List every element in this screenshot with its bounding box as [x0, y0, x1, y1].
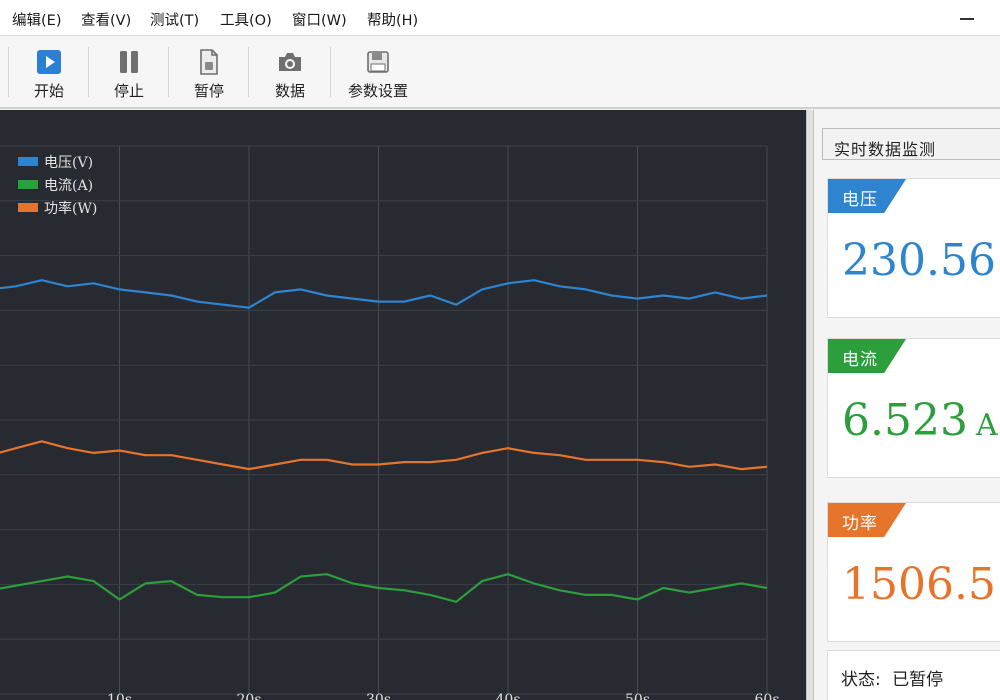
- status-value: 已暂停: [892, 670, 944, 690]
- save-disk-icon: [365, 49, 391, 75]
- status-box: 状态: 已暂停: [827, 650, 1000, 700]
- data-button[interactable]: 数据: [265, 37, 315, 107]
- voltage-card: 电压 230.56V: [827, 178, 1000, 318]
- realtime-chart[interactable]: 10s 20s 30s 40s 50s 60s 电压(V) 电流(A) 功率(W): [0, 110, 806, 700]
- pause-bars-icon: [116, 49, 142, 75]
- panel-splitter[interactable]: [806, 110, 814, 700]
- camera-icon: [277, 49, 303, 75]
- power-readout: 1506.5W: [842, 559, 1000, 610]
- series-line-voltage: [0, 279, 768, 309]
- pause-button[interactable]: 暂停: [184, 37, 234, 107]
- menu-window[interactable]: 窗口(W): [292, 9, 347, 30]
- menu-view[interactable]: 查看(V): [81, 9, 131, 30]
- menu-tools[interactable]: 工具(O): [220, 9, 272, 30]
- x-tick-label: 30s: [366, 692, 391, 700]
- menu-help[interactable]: 帮助(H): [367, 9, 418, 30]
- voltage-value: 230.56: [842, 235, 996, 286]
- play-icon: [36, 49, 62, 75]
- stop-button[interactable]: 停止: [104, 37, 154, 107]
- legend-swatch-power: [18, 203, 38, 212]
- current-card: 电流 6.523 A: [827, 338, 1000, 478]
- toolbar: 开始 停止 暂停 数据 参数设置: [0, 37, 1000, 109]
- menu-bar: 编辑(E) 查看(V) 测试(T) 工具(O) 窗口(W) 帮助(H): [0, 0, 1000, 36]
- legend-label-power: 功率(W): [44, 200, 98, 217]
- data-label: 数据: [274, 82, 305, 100]
- legend-item-power: 功率(W): [18, 196, 97, 219]
- stop-label: 停止: [113, 82, 144, 100]
- power-value: 1506.5: [842, 559, 996, 610]
- x-tick-label: 50s: [625, 692, 650, 700]
- current-unit: A: [975, 408, 998, 443]
- document-icon: [196, 49, 222, 75]
- panel-title: 实时数据监测: [822, 128, 1000, 160]
- toolbar-separator: [168, 47, 169, 97]
- current-readout: 6.523 A: [842, 395, 998, 446]
- toolbar-separator: [8, 47, 9, 97]
- current-tag: 电流: [828, 339, 906, 373]
- chart-legend: 电压(V) 电流(A) 功率(W): [18, 150, 97, 219]
- toolbar-separator: [248, 47, 249, 97]
- x-tick-label: 20s: [237, 692, 262, 700]
- legend-item-current: 电流(A): [18, 173, 97, 196]
- legend-swatch-voltage: [18, 157, 38, 166]
- legend-label-voltage: 电压(V): [44, 154, 94, 171]
- minimize-icon[interactable]: [958, 10, 978, 26]
- x-tick-label: 40s: [496, 692, 521, 700]
- start-label: 开始: [33, 82, 64, 100]
- x-tick-label: 60s: [755, 692, 780, 700]
- legend-swatch-current: [18, 180, 38, 189]
- voltage-tag: 电压: [828, 179, 906, 213]
- monitor-panel: 实时数据监测 电压 230.56V 电流 6.523A 功率 1506.5W 状…: [814, 110, 1000, 700]
- power-card: 功率 1506.5W: [827, 502, 1000, 642]
- toolbar-separator: [88, 47, 89, 97]
- legend-label-current: 电流(A): [44, 177, 94, 194]
- pause-label: 暂停: [193, 82, 224, 100]
- start-button[interactable]: 开始: [24, 37, 74, 107]
- voltage-readout: 230.56V: [842, 235, 1000, 286]
- power-tag: 功率: [828, 503, 906, 537]
- x-tick-label: 10s: [107, 692, 132, 700]
- current-value: 6.523: [842, 395, 968, 446]
- menu-test[interactable]: 测试(T): [150, 9, 199, 30]
- series-line-power: [0, 440, 768, 471]
- chart-canvas: 10s 20s 30s 40s 50s 60s: [0, 145, 780, 700]
- settings-label: 参数设置: [347, 82, 408, 100]
- series-line-current: [0, 573, 768, 603]
- toolbar-separator: [330, 47, 331, 97]
- status-label: 状态:: [841, 670, 881, 690]
- menu-edit[interactable]: 编辑(E): [12, 9, 61, 30]
- legend-item-voltage: 电压(V): [18, 150, 97, 173]
- settings-button[interactable]: 参数设置: [344, 37, 412, 107]
